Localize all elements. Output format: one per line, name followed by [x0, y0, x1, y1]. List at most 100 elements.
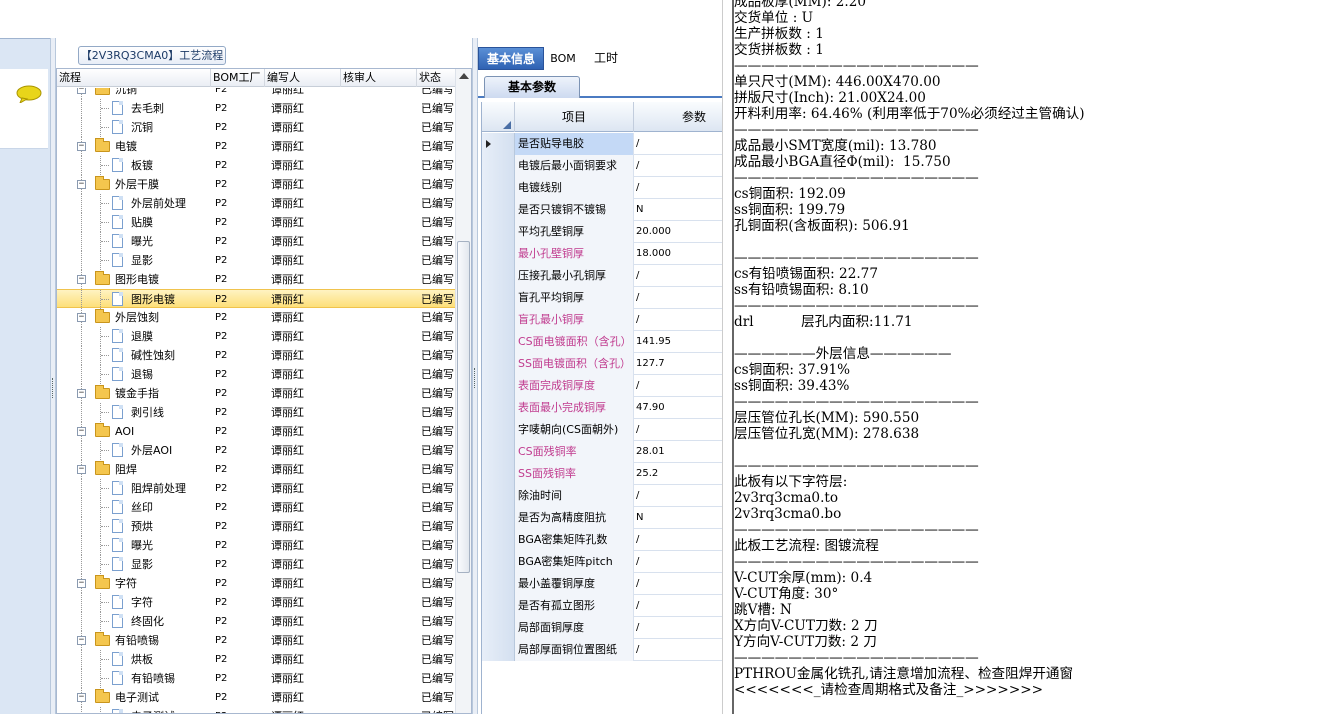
tree-group-row[interactable]: − AOI P2 谭丽红 已编写	[57, 422, 455, 441]
row-header[interactable]	[482, 221, 515, 243]
row-header[interactable]	[482, 375, 515, 397]
param-row[interactable]: 盲孔平均铜厚 /	[482, 287, 722, 309]
tree-group-row[interactable]: − 字符 P2 谭丽红 已编写	[57, 574, 455, 593]
param-value-cell[interactable]: /	[634, 419, 722, 441]
col-param[interactable]: 参数	[634, 102, 722, 132]
param-row[interactable]: SS面残铜率 25.2	[482, 463, 722, 485]
param-row[interactable]: 平均孔壁铜厚 20.000	[482, 221, 722, 243]
param-value-cell[interactable]: /	[634, 155, 722, 177]
param-row[interactable]: BGA密集矩阵孔数 /	[482, 529, 722, 551]
col-bom-factory[interactable]: BOM工厂	[211, 69, 265, 87]
chat-bubble-icon[interactable]	[16, 85, 42, 103]
param-row[interactable]: 是否只镀铜不镀锡 N	[482, 199, 722, 221]
param-grid[interactable]: 项目 参数 是否贴导电胶 / 电镀后最小面铜要求 / 电镀线别 / 是否只镀铜不镀锡 N 平均孔…	[481, 102, 722, 714]
tree-group-row[interactable]: − 图形电镀 P2 谭丽红 已编写	[57, 270, 455, 289]
row-header[interactable]	[482, 529, 515, 551]
param-name-cell[interactable]: 局部面铜厚度	[515, 617, 634, 639]
tree-step-row[interactable]: 碱性蚀刻 P2 谭丽红 已编写	[57, 346, 455, 365]
tree-step-row[interactable]: 外层前处理 P2 谭丽红 已编写	[57, 194, 455, 213]
param-name-cell[interactable]: 压接孔最小孔铜厚	[515, 265, 634, 287]
param-value-cell[interactable]: N	[634, 199, 722, 221]
param-row[interactable]: 局部面铜厚度 /	[482, 617, 722, 639]
tree-step-row[interactable]: 显影 P2 谭丽红 已编写	[57, 555, 455, 574]
param-row[interactable]: 表面最小完成铜厚 47.90	[482, 397, 722, 419]
tree-group-row[interactable]: − 电子测试 P2 谭丽红 已编写	[57, 688, 455, 707]
tree-step-row[interactable]: 终固化 P2 谭丽红 已编写	[57, 612, 455, 631]
param-value-cell[interactable]: /	[634, 617, 722, 639]
scroll-thumb[interactable]	[457, 241, 470, 573]
param-row[interactable]: 是否为高精度阻抗 N	[482, 507, 722, 529]
tree-step-row[interactable]: 去毛刺 P2 谭丽红 已编写	[57, 99, 455, 118]
param-value-cell[interactable]: 18.000	[634, 243, 722, 265]
tree-step-row[interactable]: 显影 P2 谭丽红 已编写	[57, 251, 455, 270]
collapse-icon[interactable]: −	[77, 579, 86, 588]
col-item[interactable]: 项目	[515, 102, 634, 132]
param-value-cell[interactable]: 20.000	[634, 221, 722, 243]
param-row[interactable]: 电镀后最小面铜要求 /	[482, 155, 722, 177]
row-header[interactable]	[482, 353, 515, 375]
tree-step-row[interactable]: 丝印 P2 谭丽红 已编写	[57, 498, 455, 517]
row-header[interactable]	[482, 397, 515, 419]
collapse-icon[interactable]: −	[77, 142, 86, 151]
param-name-cell[interactable]: BGA密集矩阵孔数	[515, 529, 634, 551]
tree-step-row[interactable]: 烘板 P2 谭丽红 已编写	[57, 650, 455, 669]
col-writer[interactable]: 编写人	[265, 69, 341, 87]
tree-step-row[interactable]: 退膜 P2 谭丽红 已编写	[57, 327, 455, 346]
tree-step-row[interactable]: 沉铜 P2 谭丽红 已编写	[57, 118, 455, 137]
param-row[interactable]: 最小孔壁铜厚 18.000	[482, 243, 722, 265]
row-header[interactable]	[482, 243, 515, 265]
param-value-cell[interactable]: N	[634, 507, 722, 529]
row-header[interactable]	[482, 199, 515, 221]
param-name-cell[interactable]: 局部厚面铜位置图纸	[515, 639, 634, 661]
tree-step-row[interactable]: 退锡 P2 谭丽红 已编写	[57, 365, 455, 384]
param-value-cell[interactable]: /	[634, 551, 722, 573]
param-name-cell[interactable]: 最小孔壁铜厚	[515, 243, 634, 265]
row-header[interactable]	[482, 265, 515, 287]
row-header[interactable]	[482, 419, 515, 441]
param-value-cell[interactable]: /	[634, 375, 722, 397]
param-value-cell[interactable]: 47.90	[634, 397, 722, 419]
param-name-cell[interactable]: SS面电镀面积（含孔）	[515, 353, 634, 375]
param-row[interactable]: 表面完成铜厚度 /	[482, 375, 722, 397]
row-header[interactable]	[482, 507, 515, 529]
tab-basic-params[interactable]: 基本参数	[484, 76, 580, 98]
process-tree-grid[interactable]: 流程 BOM工厂 编写人 核审人 状态 − 沉铜 P2 谭丽红 已编写 去毛刺 P2 谭丽红已…	[56, 68, 472, 714]
param-row[interactable]: 是否有孤立图形 /	[482, 595, 722, 617]
param-value-cell[interactable]: /	[634, 529, 722, 551]
row-header[interactable]	[482, 309, 515, 331]
tree-step-row[interactable]: 阻焊前处理 P2 谭丽红 已编写	[57, 479, 455, 498]
param-name-cell[interactable]: 盲孔最小铜厚	[515, 309, 634, 331]
param-row[interactable]: 电镀线别 /	[482, 177, 722, 199]
middle-splitter[interactable]	[472, 38, 478, 714]
param-name-cell[interactable]: 是否为高精度阻抗	[515, 507, 634, 529]
row-header[interactable]	[482, 441, 515, 463]
tree-step-row[interactable]: 外层AOI P2 谭丽红 已编写	[57, 441, 455, 460]
collapse-icon[interactable]: −	[77, 427, 86, 436]
tree-scrollbar[interactable]	[455, 69, 471, 713]
param-value-cell[interactable]: 127.7	[634, 353, 722, 375]
tree-step-row[interactable]: 图形电镀 P2 谭丽红 已编写	[57, 289, 455, 309]
tree-step-row[interactable]: 曝光 P2 谭丽红 已编写	[57, 536, 455, 555]
param-value-cell[interactable]: 25.2	[634, 463, 722, 485]
param-value-cell[interactable]: 141.95	[634, 331, 722, 353]
collapse-icon[interactable]: −	[77, 465, 86, 474]
row-header[interactable]	[482, 331, 515, 353]
param-name-cell[interactable]: 字唛朝向(CS面朝外)	[515, 419, 634, 441]
param-name-cell[interactable]: 电镀后最小面铜要求	[515, 155, 634, 177]
collapse-icon[interactable]: −	[77, 275, 86, 284]
param-row[interactable]: 局部厚面铜位置图纸 /	[482, 639, 722, 661]
tree-step-row[interactable]: 有铅喷锡 P2 谭丽红 已编写	[57, 669, 455, 688]
scroll-up-icon[interactable]	[459, 73, 469, 79]
tree-group-row[interactable]: − 电镀 P2 谭丽红 已编写	[57, 137, 455, 156]
row-header[interactable]	[482, 639, 515, 661]
tree-group-row[interactable]: − 沉铜 P2 谭丽红 已编写	[57, 88, 455, 99]
collapse-icon[interactable]: −	[77, 88, 86, 94]
tree-step-row[interactable]: 字符 P2 谭丽红 已编写	[57, 593, 455, 612]
param-name-cell[interactable]: CS面电镀面积（含孔）	[515, 331, 634, 353]
collapse-icon[interactable]: −	[77, 636, 86, 645]
tree-group-row[interactable]: − 外层蚀刻 P2 谭丽红 已编写	[57, 308, 455, 327]
tree-group-row[interactable]: − 镀金手指 P2 谭丽红 已编写	[57, 384, 455, 403]
param-name-cell[interactable]: 表面完成铜厚度	[515, 375, 634, 397]
tab-work-hours[interactable]: 工时	[586, 47, 626, 70]
param-row[interactable]: 最小盖覆铜厚度 /	[482, 573, 722, 595]
